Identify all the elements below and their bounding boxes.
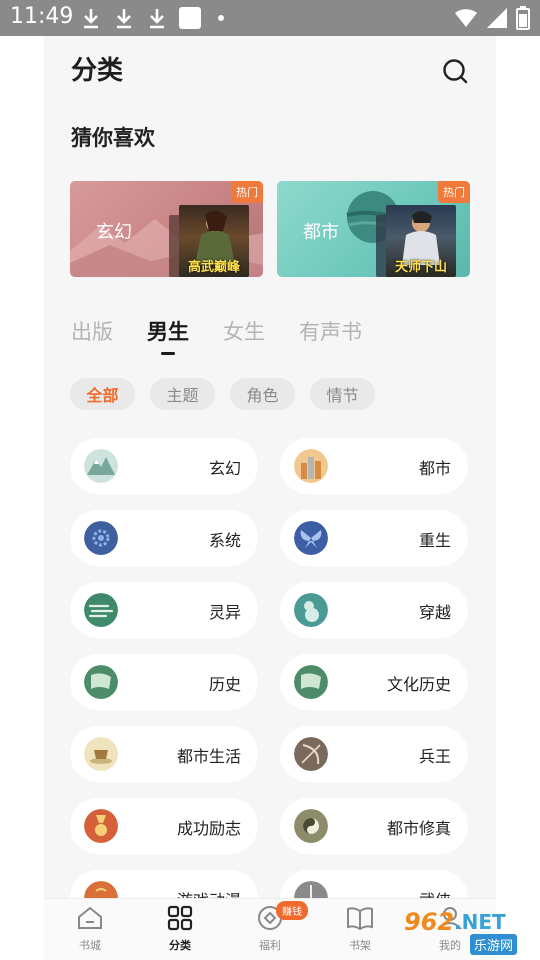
nav-label: 福利 [259, 939, 281, 952]
gender-tabs: 出版 男生 女生 有声书 [71, 316, 362, 355]
book-icon [347, 907, 373, 931]
chip-role[interactable]: 角色 [230, 378, 295, 410]
sword-icon [294, 881, 328, 898]
category-item[interactable]: 成功励志 [70, 798, 258, 854]
taichi-icon [294, 809, 328, 843]
signal-icon [487, 8, 507, 28]
category-item[interactable]: 穿越 [280, 582, 468, 638]
category-item[interactable]: 玄幻 [70, 438, 258, 494]
category-page: 分类 猜你喜欢 玄幻 热门 高武巅峰 都市 热门 天师下山 出版 男生 女生 有… [44, 36, 496, 898]
banner-label: 玄幻 [96, 222, 132, 243]
scroll-icon [84, 665, 118, 699]
category-label: 灵异 [208, 603, 241, 622]
category-item[interactable]: 都市生活 [70, 726, 258, 782]
nav-bookshelf[interactable]: 书架 [330, 905, 390, 953]
hot-badge: 热门 [438, 181, 470, 203]
nav-label: 书架 [349, 939, 371, 952]
notification-dot-icon [218, 15, 224, 21]
category-label: 都市 [418, 459, 451, 478]
download-icon [150, 9, 164, 29]
category-item[interactable]: 灵异 [70, 582, 258, 638]
category-item[interactable]: 系统 [70, 510, 258, 566]
gear-icon [84, 521, 118, 555]
wifi-icon [455, 9, 477, 27]
tab-male[interactable]: 男生 [147, 316, 189, 355]
watermark-cn: 乐游网 [470, 934, 518, 955]
category-label: 都市生活 [176, 747, 241, 766]
search-icon[interactable] [442, 58, 468, 84]
category-label: 游戏动漫 [177, 887, 241, 898]
filter-chips: 全部 主题 角色 情节 [70, 378, 375, 410]
tab-male-label: 男生 [147, 320, 189, 344]
watermark-logo: 962 .NET 乐游网 [396, 904, 540, 960]
mountain-icon [84, 449, 118, 483]
nav-label: 分类 [169, 939, 191, 952]
recommend-title: 猜你喜欢 [71, 126, 155, 150]
wind-icon [84, 593, 118, 627]
category-label: 都市修真 [386, 819, 451, 838]
home-icon [78, 906, 102, 929]
category-label: 武侠 [419, 887, 451, 898]
teacup-icon [84, 737, 118, 771]
app-square-icon [179, 7, 201, 29]
download-icon [84, 9, 98, 29]
nav-label: 书城 [79, 939, 101, 952]
chip-theme[interactable]: 主题 [150, 378, 215, 410]
nav-bookstore[interactable]: 书城 [60, 905, 120, 953]
tab-female[interactable]: 女生 [223, 316, 265, 346]
scroll-icon [294, 665, 328, 699]
category-label: 文化历史 [386, 675, 451, 694]
category-label: 兵王 [418, 747, 451, 766]
medal-icon [84, 809, 118, 843]
banner-label: 都市 [303, 222, 339, 243]
battery-icon [516, 6, 530, 30]
category-item[interactable]: 文化历史 [280, 654, 468, 710]
category-label: 成功励志 [176, 819, 241, 838]
category-item[interactable]: 游戏动漫 [70, 870, 258, 898]
category-item[interactable]: 都市 [280, 438, 468, 494]
tab-audiobook[interactable]: 有声书 [299, 316, 362, 346]
butterfly-icon [294, 521, 328, 555]
category-item[interactable]: 重生 [280, 510, 468, 566]
earn-badge: 赚钱 [276, 901, 308, 920]
banner-xuanhuan[interactable]: 玄幻 热门 高武巅峰 [70, 181, 263, 277]
city-icon [294, 449, 328, 483]
status-time: 11:49 [10, 4, 74, 29]
category-item[interactable]: 历史 [70, 654, 258, 710]
category-label: 历史 [208, 675, 241, 694]
gourd-icon [294, 593, 328, 627]
chip-all[interactable]: 全部 [70, 378, 135, 410]
category-label: 重生 [418, 531, 451, 550]
status-bar: 11:49 [0, 0, 540, 36]
hot-badge: 热门 [231, 181, 263, 203]
page-title: 分类 [71, 56, 124, 86]
download-icon [117, 9, 131, 29]
category-icon [167, 905, 193, 931]
chip-plot[interactable]: 情节 [310, 378, 375, 410]
game-icon [84, 881, 118, 898]
category-item[interactable]: 都市修真 [280, 798, 468, 854]
category-item[interactable]: 武侠 [280, 870, 468, 898]
banner-dushi[interactable]: 都市 热门 天师下山 [277, 181, 470, 277]
nav-category[interactable]: 分类 [150, 905, 210, 953]
active-tab-indicator [161, 352, 175, 355]
bow-icon [294, 737, 328, 771]
tab-publish[interactable]: 出版 [71, 316, 113, 346]
watermark-number: 962 [404, 908, 455, 936]
cover-title: 高武巅峰 [187, 260, 240, 275]
watermark-net: .NET [454, 910, 506, 934]
category-label: 玄幻 [208, 459, 241, 478]
book-cover: 天师下山 [386, 205, 456, 277]
category-item[interactable]: 兵王 [280, 726, 468, 782]
cover-title: 天师下山 [394, 260, 447, 275]
category-label: 系统 [208, 531, 241, 550]
category-label: 穿越 [418, 603, 451, 622]
book-cover: 高武巅峰 [179, 205, 249, 277]
